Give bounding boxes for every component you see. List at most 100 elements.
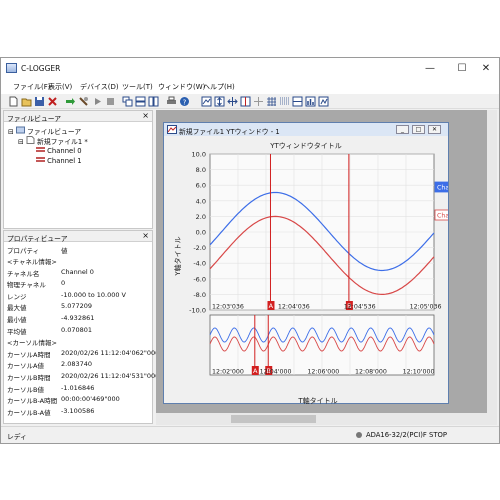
yt-chart[interactable]: YTウィンドウタイトル Y軸タイトル T軸タイトル 10.0 8.0 6.0 4.0 2… [164, 137, 448, 404]
y-tick-label: -8.0 [193, 291, 206, 299]
property-row[interactable]: 最小値 -4.932861 [4, 313, 152, 324]
property-key: チャネル名 [7, 269, 40, 278]
overview-cursor-label: A [253, 367, 258, 375]
y-tick-label: -10.0 [189, 307, 206, 315]
property-key: カーソルA値 [7, 362, 44, 371]
tree-root-label: ファイルビューア [27, 128, 82, 136]
cursor-icon[interactable] [240, 96, 251, 107]
property-header-row: プロパティ 値 [4, 244, 152, 255]
print-icon[interactable] [166, 96, 177, 107]
x-tick-label: 12:04'036 [278, 304, 310, 311]
device-status-icon [356, 432, 362, 438]
tree-channel-0[interactable]: Channel 0 [36, 146, 82, 155]
property-row[interactable]: <カーソル情報> [4, 336, 152, 347]
tree-file[interactable]: ⊟ 新規ファイル1 * [18, 136, 88, 146]
y-axis-label: Y軸タイトル [173, 236, 182, 276]
overview-x-tick-label: 12:06'000 [307, 369, 339, 376]
zoom-x-icon[interactable] [227, 96, 238, 107]
cursor-label: A [269, 302, 274, 310]
stop-icon[interactable] [105, 96, 116, 107]
tile-vertical-icon[interactable] [148, 96, 159, 107]
property-value: -10.000 to 10.000 V [61, 290, 127, 299]
property-row[interactable]: <チャネル情報> [4, 255, 152, 266]
menu-device[interactable]: デバイス(D) [80, 82, 119, 92]
settings-icon[interactable] [78, 96, 89, 107]
zoom-fit-icon[interactable] [201, 96, 212, 107]
property-row[interactable]: カーソルB時間 2020/02/26 11:12:04'531"000 [4, 371, 159, 382]
chart-title: YTウィンドウタイトル [269, 141, 342, 150]
close-icon[interactable]: × [142, 231, 149, 240]
channel-icon [36, 147, 45, 152]
menu-file[interactable]: ファイル(F) [13, 82, 51, 92]
zoom-y-icon[interactable] [214, 96, 225, 107]
split-icon[interactable] [292, 96, 303, 107]
horizontal-scrollbar[interactable] [156, 413, 497, 425]
app-icon [6, 63, 17, 73]
svg-text:?: ? [183, 98, 187, 106]
child-maximize-button[interactable]: □ [412, 125, 425, 134]
new-file-icon[interactable] [8, 96, 19, 107]
vertical-scrollbar[interactable] [487, 110, 497, 413]
grid-icon[interactable] [266, 96, 277, 107]
scrollbar-thumb[interactable] [231, 415, 316, 423]
file-viewer-header: ファイルビューア × [4, 111, 152, 123]
export-icon[interactable] [318, 96, 329, 107]
file-viewer-title: ファイルビューア [7, 115, 62, 123]
device-status: ADA16-32/2(PCI)F STOP [366, 431, 447, 439]
tile-horizontal-icon[interactable] [135, 96, 146, 107]
collapse-icon[interactable]: ⊟ [8, 128, 14, 136]
property-row[interactable]: 最大値 5.077209 [4, 301, 152, 312]
property-row[interactable]: カーソルA値 2.083740 [4, 359, 152, 370]
property-viewer-header: プロパティビューア × [4, 231, 152, 243]
menu-help[interactable]: ヘルプ(H) [203, 82, 235, 92]
tree-root[interactable]: ⊟ ファイルビューア [8, 126, 81, 136]
play-icon[interactable] [92, 96, 103, 107]
menu-view[interactable]: 表示(V) [48, 82, 72, 92]
menu-window[interactable]: ウィンドウ(W) [158, 82, 205, 92]
tree-file-label: 新規ファイル1 * [37, 138, 88, 146]
property-row[interactable]: カーソルB-A値 -3.100586 [4, 406, 152, 417]
menu-bar: ファイル(F) 表示(V) デバイス(D) ツール(T) ウィンドウ(W) ヘル… [1, 80, 499, 94]
tree-channel-1[interactable]: Channel 1 [36, 156, 82, 165]
child-minimize-button[interactable]: _ [396, 125, 409, 134]
yt-window: 新規ファイル1 YTウィンドウ - 1 _ □ ✕ YTウィンドウタイトル Y軸… [163, 122, 449, 404]
property-row[interactable]: カーソルA時間 2020/02/26 11:12:04'062"000 [4, 348, 159, 359]
overview-x-tick-label: 12:10'000 [403, 369, 435, 376]
property-key: 物理チャネル [7, 281, 46, 290]
help-icon[interactable]: ? [179, 96, 190, 107]
property-row[interactable]: カーソルB値 -1.016846 [4, 383, 152, 394]
menu-tools[interactable]: ツール(T) [122, 82, 153, 92]
grid-fine-icon[interactable] [279, 96, 290, 107]
property-key: <カーソル情報> [7, 339, 57, 348]
legend-entry: Channel 1 [437, 213, 448, 220]
close-icon[interactable]: × [142, 111, 149, 120]
collapse-icon[interactable]: ⊟ [18, 138, 24, 146]
cascade-icon[interactable] [122, 96, 133, 107]
property-row[interactable]: 物理チャネル 0 [4, 278, 152, 289]
chart-settings-icon[interactable] [305, 96, 316, 107]
property-value: 0 [61, 279, 66, 288]
overview-x-tick-label: 12:04'000 [260, 369, 292, 376]
y-tick-label: 4.0 [196, 197, 206, 205]
record-icon[interactable] [65, 96, 76, 107]
property-value: 5.077209 [61, 302, 93, 311]
property-row[interactable]: レンジ -10.000 to 10.000 V [4, 290, 152, 301]
x-tick-label: 12:05'036 [410, 304, 442, 311]
move-icon[interactable] [253, 96, 264, 107]
property-row[interactable]: チャネル名 Channel 0 [4, 267, 152, 278]
tree-channel-label: Channel 1 [47, 157, 82, 165]
child-close-button[interactable]: ✕ [428, 125, 441, 134]
property-key: 最大値 [7, 304, 27, 313]
yt-window-title: 新規ファイル1 YTウィンドウ - 1 [179, 128, 280, 136]
property-row[interactable]: 平均値 0.070801 [4, 325, 152, 336]
property-key: カーソルA時間 [7, 350, 51, 359]
property-row[interactable]: カーソルB-A時間 00:00:00'469"000 [4, 394, 152, 405]
close-button[interactable]: ✕ [471, 60, 500, 77]
status-text: レディ [7, 433, 27, 441]
tree-channel-label: Channel 0 [47, 147, 82, 155]
minimize-button[interactable]: — [415, 60, 445, 77]
toolbar: ? [1, 94, 499, 109]
delete-icon[interactable] [47, 96, 58, 107]
open-folder-icon[interactable] [21, 96, 32, 107]
save-icon[interactable] [34, 96, 45, 107]
